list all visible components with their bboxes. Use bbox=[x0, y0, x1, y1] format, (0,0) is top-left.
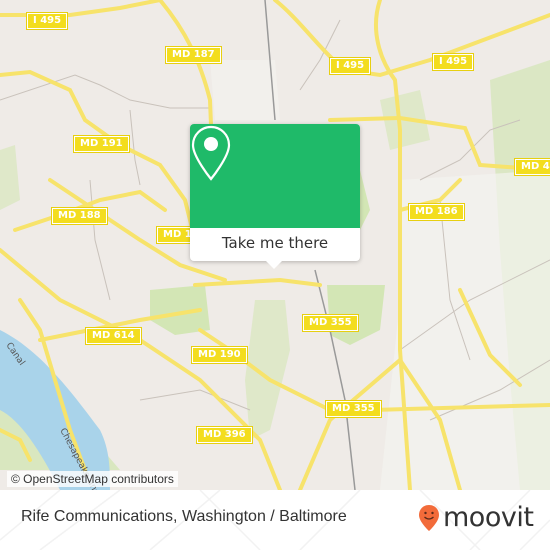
place-name: Rife Communications, Washington / Baltim… bbox=[21, 508, 347, 525]
location-popup: Take me there bbox=[190, 124, 360, 269]
road-shield-md410: MD 41 bbox=[514, 158, 550, 176]
moovit-wordmark: moovit bbox=[443, 502, 534, 533]
road-shield-md355: MD 355 bbox=[302, 314, 359, 332]
take-me-there-button[interactable]: Take me there bbox=[190, 228, 360, 261]
moovit-logo[interactable]: moovit bbox=[418, 502, 534, 533]
map-pin-icon bbox=[191, 125, 231, 181]
road-shield-i495: I 495 bbox=[431, 53, 475, 71]
popup-header bbox=[190, 124, 360, 228]
map-view[interactable]: Chesapeake and O Canal I 495 MD 187 I 49… bbox=[0, 0, 550, 490]
popup-pointer bbox=[266, 261, 282, 269]
road-shield-md186: MD 186 bbox=[408, 203, 465, 221]
road-shield-i495: I 495 bbox=[25, 12, 69, 30]
road-shield-md614: MD 614 bbox=[85, 327, 142, 345]
road-shield-md191: MD 191 bbox=[73, 135, 130, 153]
road-shield-md187: MD 187 bbox=[165, 46, 222, 64]
road-shield-md190: MD 190 bbox=[191, 346, 248, 364]
road-shield-md396: MD 396 bbox=[196, 426, 253, 444]
road-shield-md355: MD 355 bbox=[325, 400, 382, 418]
road-shield-md188: MD 188 bbox=[51, 207, 108, 225]
footer-bar: Rife Communications, Washington / Baltim… bbox=[0, 490, 550, 550]
map-attribution[interactable]: © OpenStreetMap contributors bbox=[7, 471, 178, 487]
moovit-smile-pin-icon bbox=[419, 505, 439, 531]
road-shield-i495: I 495 bbox=[328, 57, 372, 75]
